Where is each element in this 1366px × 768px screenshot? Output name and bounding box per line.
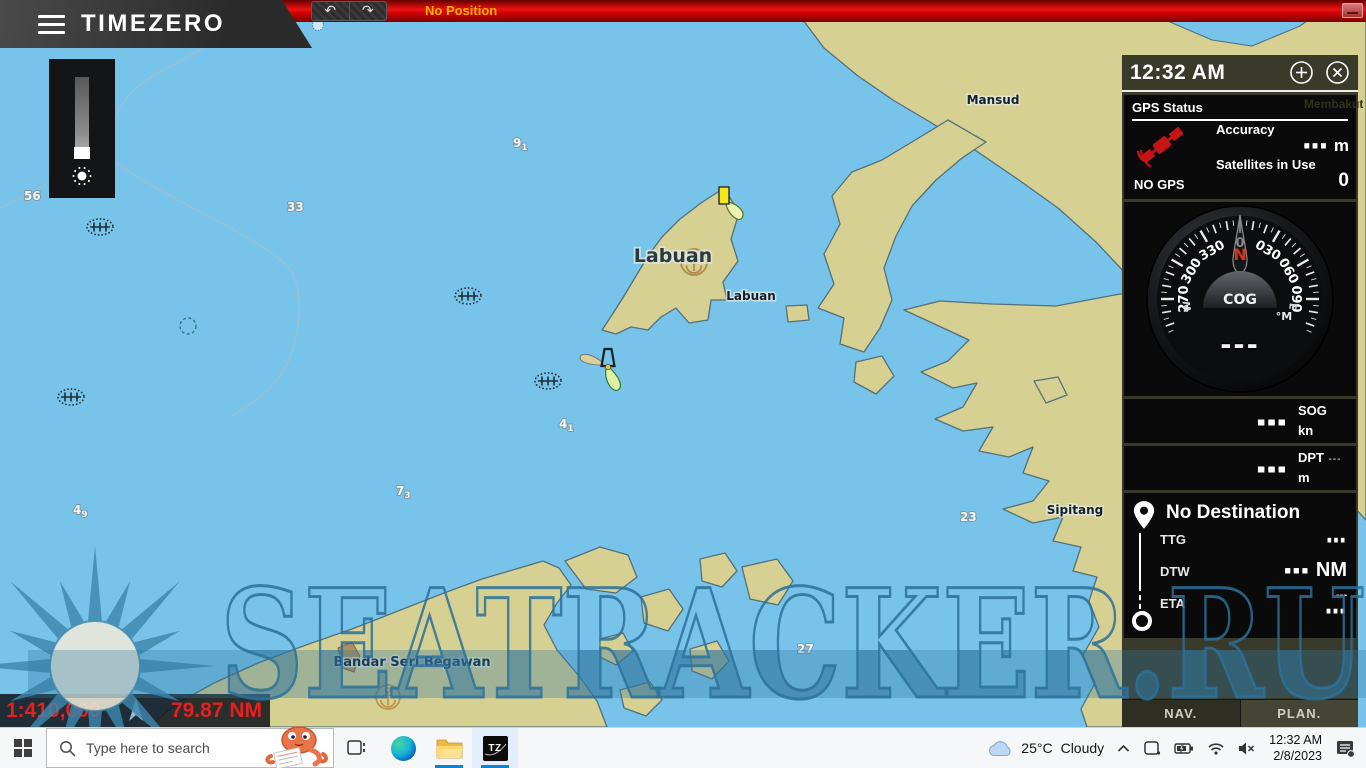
taskbar-time: 12:32 AM	[1269, 732, 1322, 748]
route-rail	[1139, 533, 1141, 591]
taskbar-date: 2/8/2023	[1269, 748, 1322, 764]
svg-text:33: 33	[287, 200, 304, 214]
search-input[interactable]: Type here to search	[46, 728, 334, 768]
panel-header: 12:32 AM	[1122, 55, 1358, 92]
sog-label: SOG	[1298, 403, 1327, 418]
svg-text:23: 23	[960, 510, 977, 524]
tab-plan[interactable]: PLAN.	[1240, 700, 1359, 727]
accuracy-value: ---	[1304, 135, 1329, 156]
app-title: TIMEZERO	[81, 10, 225, 38]
label-labuan-big: Labuan	[634, 245, 712, 267]
route-end-icon	[1132, 611, 1152, 631]
weather-widget[interactable]: 25°C Cloudy	[987, 739, 1104, 757]
file-explorer-icon	[436, 737, 463, 760]
edge-icon	[391, 736, 416, 761]
weather-temp: 25°C	[1021, 740, 1052, 756]
destination-pin-icon	[1131, 500, 1157, 532]
windows-taskbar: Type here to search	[0, 727, 1366, 768]
task-view-button[interactable]	[334, 728, 380, 768]
gps-status-title: GPS Status	[1132, 100, 1203, 115]
cog-unit: °M	[1276, 310, 1292, 323]
taskbar-clock[interactable]: 12:32 AM 2/8/2023	[1269, 732, 1322, 765]
sog-unit: kn	[1298, 423, 1313, 438]
north-arrow-icon	[123, 697, 149, 725]
wifi-icon[interactable]	[1207, 741, 1225, 755]
satellite-icon	[1132, 123, 1190, 177]
tab-nav[interactable]: NAV.	[1122, 700, 1240, 727]
scale-bar[interactable]: 1:410,000 79.87 NM	[0, 694, 270, 727]
close-panel-icon[interactable]	[1325, 60, 1350, 85]
cog-value: ---	[1220, 330, 1260, 361]
sog-card[interactable]: --- SOG kn	[1124, 399, 1356, 443]
alarm-text: No Position	[425, 3, 497, 18]
label-bandar: Bandar Seri Begawan	[333, 655, 490, 670]
workspace-tabs: NAV. PLAN.	[1122, 699, 1358, 727]
cloud-icon	[987, 739, 1013, 757]
scale-distance: 79.87 NM	[171, 699, 262, 723]
satellites-value: 0	[1216, 170, 1349, 192]
divider	[1132, 119, 1348, 121]
file-explorer-button[interactable]	[426, 728, 472, 768]
battery-icon[interactable]	[1174, 742, 1194, 755]
dpt-label: DPT	[1298, 450, 1324, 465]
eta-value-1: ---	[1326, 589, 1347, 602]
north-marker: N	[1233, 245, 1246, 264]
brightness-panel	[49, 59, 115, 198]
undo-button[interactable]: ↶	[312, 2, 350, 20]
route-rail-dashed	[1139, 595, 1141, 609]
scale-ratio: 1:410,000	[6, 699, 101, 723]
search-icon	[59, 740, 76, 757]
start-button[interactable]	[0, 728, 46, 768]
undo-redo-group: ↶ ↷	[311, 1, 387, 21]
timezero-app-button[interactable]: TZ	[472, 728, 518, 768]
sog-value: ---	[1257, 407, 1288, 436]
dpt-unit: m	[1298, 470, 1310, 485]
brightness-handle[interactable]	[74, 147, 90, 159]
panel-clock: 12:32 AM	[1130, 61, 1225, 85]
label-sipitang: Sipitang	[1047, 503, 1103, 517]
volume-muted-icon[interactable]	[1238, 741, 1256, 756]
svg-text:27: 27	[797, 642, 814, 656]
tray-chevron-icon[interactable]	[1117, 744, 1130, 753]
accuracy-unit: m	[1334, 136, 1349, 155]
dpt-value: ---	[1257, 454, 1288, 483]
gps-status-value: NO GPS	[1134, 177, 1185, 192]
cog-compass-card[interactable]: 2703003300030060090WE N COG °M ---	[1124, 202, 1356, 396]
edge-button[interactable]	[380, 728, 426, 768]
dtw-value: ---	[1284, 559, 1310, 581]
menu-icon[interactable]	[38, 15, 65, 34]
navdata-panel: 12:32 AM GPS Status	[1122, 55, 1358, 727]
eta-label: ETA	[1160, 596, 1185, 611]
label-membakut: Membakut	[1304, 97, 1363, 111]
add-nunc-icon[interactable]	[1289, 60, 1314, 85]
timezero-icon: TZ	[483, 736, 508, 761]
redo-button[interactable]: ↷	[350, 2, 387, 20]
minimize-icon	[1347, 12, 1358, 14]
minimize-button[interactable]	[1342, 3, 1363, 18]
notification-center-icon[interactable]	[1335, 739, 1356, 758]
destination-title: No Destination	[1166, 502, 1300, 524]
search-placeholder: Type here to search	[86, 740, 210, 756]
ttg-value: ---	[1327, 531, 1347, 547]
destination-card[interactable]: No Destination TTG --- DTW --- NM ETA --…	[1124, 493, 1356, 638]
brightness-sun-icon[interactable]	[70, 164, 94, 188]
ttg-label: TTG	[1160, 532, 1186, 547]
dpt-secondary: ---	[1328, 454, 1341, 465]
svg-text:56: 56	[24, 189, 41, 203]
label-labuan-small: Labuan	[726, 289, 776, 303]
label-mansud: Mansud	[967, 93, 1020, 107]
dpt-card[interactable]: --- DPT --- m	[1124, 446, 1356, 490]
task-view-icon	[347, 739, 367, 757]
brightness-track[interactable]	[75, 77, 89, 157]
svg-text:W: W	[1182, 300, 1194, 312]
tablet-tray-icon[interactable]	[1143, 740, 1161, 756]
windows-logo-icon	[14, 739, 32, 757]
octopus-mascot	[259, 726, 333, 768]
app-header: TIMEZERO	[0, 0, 320, 48]
eta-value-2: ---	[1326, 602, 1347, 620]
dtw-unit: NM	[1316, 559, 1347, 581]
cog-label: COG	[1223, 292, 1257, 308]
dtw-label: DTW	[1160, 564, 1190, 579]
weather-condition: Cloudy	[1061, 740, 1105, 756]
